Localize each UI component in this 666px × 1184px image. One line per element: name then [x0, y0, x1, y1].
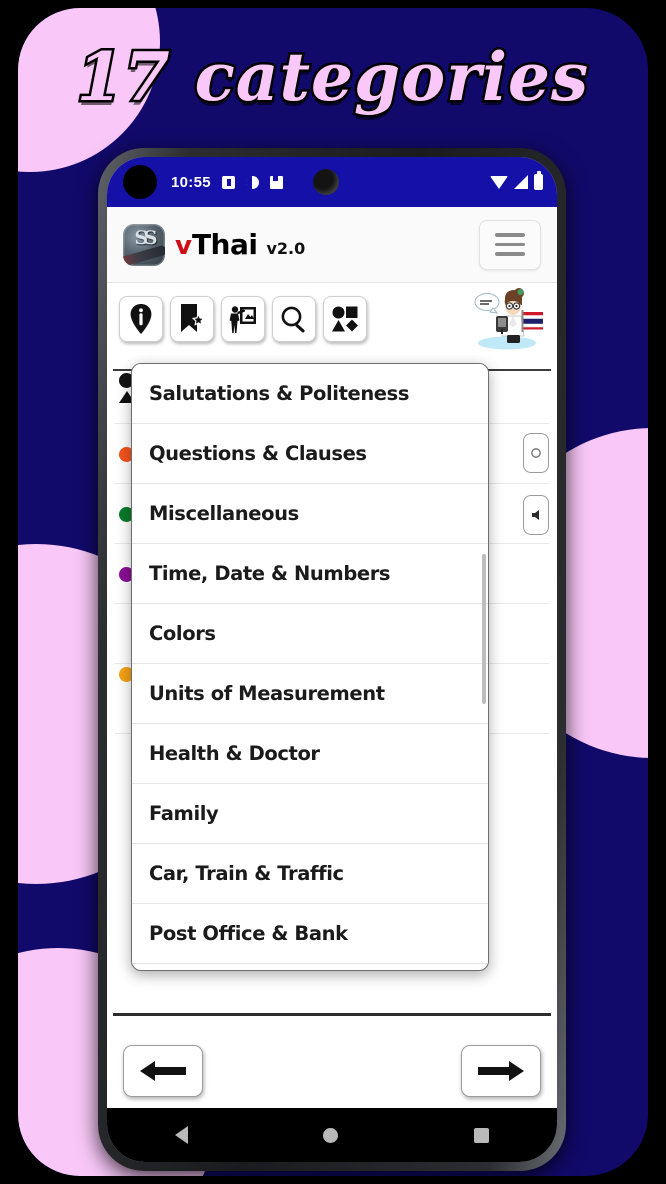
app-version-label: v2.0	[266, 238, 306, 258]
dropdown-item[interactable]: Family	[132, 784, 488, 844]
wifi-icon	[490, 175, 508, 189]
camera-punch-hole	[123, 165, 157, 199]
categories-grid-icon-button[interactable]	[323, 296, 367, 342]
content-bottom-rule	[113, 1013, 551, 1016]
search-icon-button[interactable]	[272, 296, 316, 342]
app-title-text: Thai	[191, 227, 258, 261]
dropdown-item[interactable]: Miscellaneous	[132, 484, 488, 544]
app-logo-icon	[123, 223, 165, 266]
menu-bar-3	[495, 252, 525, 256]
status-system-icons	[490, 171, 543, 190]
android-home-button[interactable]	[323, 1127, 339, 1143]
app-header: v Thai v2.0	[107, 207, 557, 283]
phone-screen: 10:55 v Thai v2.0	[107, 157, 557, 1162]
app-title-prefix: v	[175, 230, 192, 261]
android-status-bar: 10:55	[107, 157, 557, 207]
dropdown-item[interactable]: Health & Doctor	[132, 724, 488, 784]
android-navigation-bar	[107, 1108, 557, 1162]
dropdown-item[interactable]: Colors	[132, 604, 488, 664]
bookmark-star-icon-button[interactable]	[170, 296, 214, 342]
teacher-board-icon-button[interactable]	[221, 296, 265, 342]
menu-bar-1	[495, 233, 525, 237]
android-back-button[interactable]	[174, 1126, 188, 1144]
thai-mascot-illustration	[467, 288, 545, 350]
pie-sync-icon	[245, 175, 259, 189]
dropdown-item[interactable]: Post Office & Bank	[132, 904, 488, 964]
info-pin-icon-button[interactable]	[119, 296, 163, 342]
signal-icon	[514, 175, 528, 189]
speaker-button-partial[interactable]	[523, 495, 549, 535]
phone-frame: 10:55 v Thai v2.0	[98, 148, 566, 1171]
promo-headline: 17 categories	[74, 36, 590, 119]
promo-canvas: 17 categories 10:55 v	[0, 0, 666, 1184]
dropdown-item[interactable]: Units of Measurement	[132, 664, 488, 724]
app-title: v Thai v2.0	[175, 227, 306, 261]
app-toolbar	[107, 283, 557, 355]
status-time: 10:55	[171, 173, 211, 191]
category-content-area: Salutations & Politeness Questions & Cla…	[107, 355, 557, 1034]
previous-page-button[interactable]	[123, 1045, 203, 1097]
page-nav-bar	[107, 1034, 557, 1108]
play-button-partial[interactable]	[523, 433, 549, 473]
dropdown-item[interactable]: Questions & Clauses	[132, 424, 488, 484]
save-icon	[269, 175, 283, 189]
dropdown-item[interactable]: Salutations & Politeness	[132, 364, 488, 424]
menu-bar-2	[495, 242, 525, 247]
dropdown-item[interactable]: Car, Train & Traffic	[132, 844, 488, 904]
battery-icon	[534, 171, 543, 190]
category-dropdown[interactable]: Salutations & Politeness Questions & Cla…	[131, 363, 489, 971]
warning-icon	[221, 175, 235, 189]
dropdown-scrollbar[interactable]	[481, 554, 486, 704]
next-page-button[interactable]	[461, 1045, 541, 1097]
hamburger-menu-button[interactable]	[479, 219, 541, 270]
dropdown-item[interactable]: Time, Date & Numbers	[132, 544, 488, 604]
camera-lens-dot	[312, 169, 339, 195]
android-recents-button[interactable]	[474, 1127, 490, 1143]
